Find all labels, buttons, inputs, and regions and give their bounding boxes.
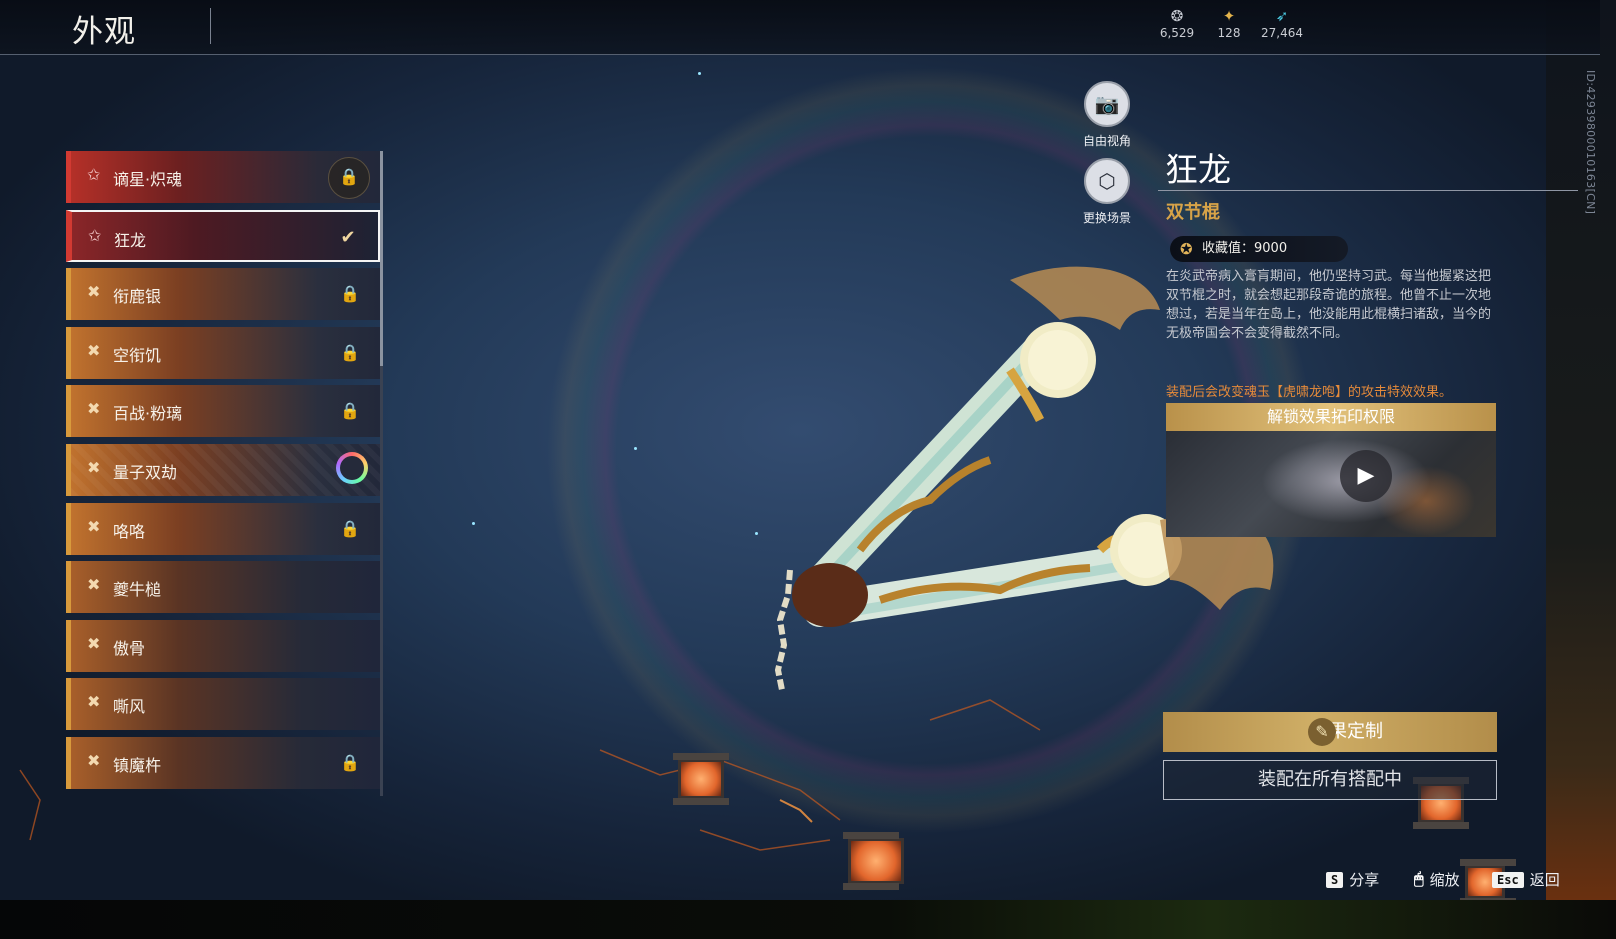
hint-label: 返回 <box>1529 871 1560 889</box>
unlock-effect-header: 解锁效果拓印权限 <box>1166 403 1496 431</box>
collection-value: 收藏值：9000 <box>1170 236 1348 262</box>
cross-rank-icon: ✖ <box>87 458 101 477</box>
scene-cube-icon: ⬡ <box>1084 158 1130 204</box>
currency-feathers: ➶ 27,464 <box>1252 7 1312 41</box>
cross-rank-icon: ✖ <box>87 751 101 770</box>
title-underline <box>1158 190 1578 191</box>
skin-list-item-name: 镇魔杵 <box>113 756 162 775</box>
skin-list-item-name: 夔牛槌 <box>113 580 162 600</box>
scene-edge <box>1546 0 1616 900</box>
skin-list-item[interactable]: ✖ 镇魔杵 🔒 <box>66 737 380 789</box>
skin-list-item-name: 傲骨 <box>113 638 146 658</box>
bottom-strip <box>0 900 1616 939</box>
currency-coins: ❂ 6,529 <box>1147 7 1207 41</box>
skin-list-item[interactable]: ✖ 夔牛槌 <box>66 561 380 614</box>
skin-list[interactable]: ✩ 谪星·炽魂 🔒 ✩ 狂龙 ✔ ✖ 衔鹿银 🔒 ✖ 空衔饥 🔒 ✖ 百战·粉璃 🔒 ✖ 量子双劫 ✖ 咯咯 🔒 ✖ 夔牛… <box>66 151 380 797</box>
currency-amount: 128 <box>1217 26 1241 40</box>
check-icon: ✔ <box>340 226 356 248</box>
hint-zoom[interactable]: 🖱 缩放 <box>1414 869 1460 890</box>
coin-stack-icon: ❂ <box>1170 7 1184 25</box>
free-view-button[interactable]: 📷 自由视角 <box>1077 81 1137 149</box>
list-scrollbar-thumb[interactable] <box>380 151 383 366</box>
rainbow-ring-icon <box>336 452 368 484</box>
free-view-label: 自由视角 <box>1082 134 1131 148</box>
mouse-icon: 🖱 <box>1414 869 1424 888</box>
lock-icon: 🔒 <box>340 518 360 538</box>
player-id: ID:42939800010163[CN] <box>1584 70 1597 215</box>
skin-list-item-name: 空衔饥 <box>113 345 162 365</box>
skin-list-item[interactable]: ✖ 嘶风 <box>66 678 380 731</box>
page-title: 外观 <box>72 14 136 50</box>
lock-icon: 🔒 <box>340 401 360 421</box>
lock-icon: 🔒 <box>340 342 360 362</box>
skin-list-item[interactable]: ✖ 咯咯 🔒 <box>66 502 380 555</box>
spark <box>698 72 701 75</box>
skin-list-item[interactable]: ✖ 百战·粉璃 🔒 <box>66 385 380 438</box>
skin-list-item-name: 量子双劫 <box>113 463 178 482</box>
key-s: S <box>1326 872 1344 888</box>
currency-tickets: ✦ 128 <box>1199 7 1259 41</box>
top-bar: 外观 ❂ 6,529 ✦ 128 ➶ 27,464 <box>0 0 1600 55</box>
currency-amount: 27,464 <box>1261 26 1303 40</box>
star-rank-icon: ✩ <box>87 165 101 184</box>
equip-all-button[interactable]: 装配在所有搭配中 <box>1163 760 1497 800</box>
spark <box>472 522 475 525</box>
skin-list-item[interactable]: ✖ 空衔饥 🔒 <box>66 326 380 379</box>
skin-list-item-name: 谪星·炽魂 <box>113 170 183 189</box>
play-icon[interactable]: ▶ <box>1340 450 1392 502</box>
skin-list-item-name: 狂龙 <box>114 230 147 250</box>
list-scrollbar-track[interactable] <box>380 366 383 796</box>
change-scene-label: 更换场景 <box>1082 211 1131 225</box>
lock-icon: 🔒 <box>340 284 360 304</box>
hint-share[interactable]: S 分享 <box>1326 869 1379 890</box>
skin-list-item-name: 衔鹿银 <box>113 287 162 307</box>
skin-list-item-name: 百战·粉璃 <box>113 404 183 424</box>
cross-rank-icon: ✖ <box>87 692 101 712</box>
lock-icon: 🔒 <box>340 753 360 772</box>
title-divider <box>210 8 211 44</box>
weapon-type: 双节棍 <box>1166 202 1220 223</box>
cross-rank-icon: ✖ <box>87 633 101 653</box>
skin-list-item-name: 咯咯 <box>113 521 146 541</box>
collection-icon: ✪ <box>1180 240 1193 258</box>
skin-list-item-name: 嘶风 <box>113 697 146 717</box>
skin-list-item[interactable]: ✩ 狂龙 ✔ <box>66 209 380 262</box>
spark <box>634 447 637 450</box>
cross-rank-icon: ✖ <box>87 340 101 360</box>
cross-rank-icon: ✖ <box>87 282 101 302</box>
skin-list-item[interactable]: ✖ 量子双劫 <box>66 444 380 496</box>
key-esc: Esc <box>1492 872 1524 888</box>
cross-rank-icon: ✖ <box>87 575 101 595</box>
skin-description: 在炎武帝病入膏肓期间，他仍坚持习武。每当他握紧这把双节棍之时，就会想起那段奇诡的… <box>1166 269 1492 341</box>
lock-icon: 🔒 <box>328 157 370 199</box>
cross-rank-icon: ✖ <box>87 516 101 536</box>
change-scene-button[interactable]: ⬡ 更换场景 <box>1077 158 1137 226</box>
camera-icon: 📷 <box>1084 81 1130 127</box>
brush-icon: ✎ <box>1308 718 1336 746</box>
hint-label: 缩放 <box>1429 871 1460 889</box>
effect-video-preview[interactable] <box>1166 431 1496 537</box>
effect-note: 装配后会改变魂玉【虎啸龙咆】的攻击特效效果。 <box>1166 385 1453 400</box>
skin-list-item[interactable]: ✖ 傲骨 <box>66 619 380 672</box>
cross-rank-icon: ✖ <box>87 399 101 419</box>
currency-amount: 6,529 <box>1159 26 1195 40</box>
lantern <box>843 832 904 890</box>
skin-list-item[interactable]: ✩ 谪星·炽魂 🔒 <box>66 151 380 203</box>
hint-back[interactable]: Esc 返回 <box>1492 869 1560 890</box>
gold-ticket-icon: ✦ <box>1222 7 1236 25</box>
skin-name: 狂龙 <box>1165 150 1231 189</box>
skin-list-item[interactable]: ✖ 衔鹿银 🔒 <box>66 268 380 321</box>
hint-label: 分享 <box>1349 871 1380 889</box>
lantern <box>673 753 729 805</box>
star-rank-icon: ✩ <box>88 225 102 245</box>
feather-icon: ➶ <box>1275 7 1289 25</box>
